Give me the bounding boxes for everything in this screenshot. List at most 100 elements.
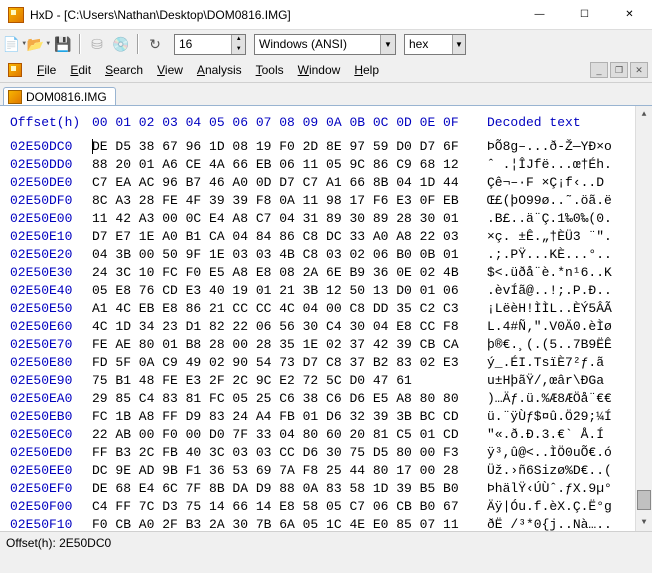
dropdown-icon[interactable]: ▼ — [452, 35, 465, 54]
decoded-cell[interactable]: $<.üðå¨è.*n¹6..K — [487, 264, 612, 282]
menu-analysis[interactable]: Analysis — [190, 60, 249, 80]
hex-cell[interactable]: 22 AB 00 F0 00 D0 7F 33 04 80 60 20 81 C… — [92, 426, 487, 444]
hex-cell[interactable]: DC 9E AD 9B F1 36 53 69 7A F8 25 44 80 1… — [92, 462, 487, 480]
hex-cell[interactable]: FC 1B A8 FF D9 83 24 A4 FB 01 D6 32 39 3… — [92, 408, 487, 426]
close-button[interactable]: ✕ — [607, 0, 652, 29]
menu-help[interactable]: Help — [347, 60, 386, 80]
decoded-cell[interactable]: Çê¬–·F ×Ç¡f‹..D — [487, 174, 604, 192]
hex-cell[interactable]: DE D5 38 67 96 1D 08 19 F0 2D 8E 97 59 D… — [92, 138, 487, 156]
hex-row[interactable]: 02E50E4005 E8 76 CD E3 40 19 01 21 3B 12… — [10, 282, 652, 300]
hex-row[interactable]: 02E50E80FD 5F 0A C9 49 02 90 54 73 D7 C8… — [10, 354, 652, 372]
disc-button[interactable]: 💿 — [110, 33, 132, 55]
hex-cell[interactable]: 75 B1 48 FE E3 2F 2C 9C E2 72 5C D0 47 6… — [92, 372, 487, 390]
hex-cell[interactable]: D7 E7 1E A0 B1 CA 04 84 86 C8 DC 33 A0 A… — [92, 228, 487, 246]
spinner[interactable]: ▲▼ — [231, 35, 245, 54]
scroll-thumb[interactable] — [637, 490, 651, 510]
hex-row[interactable]: 02E50EC022 AB 00 F0 00 D0 7F 33 04 80 60… — [10, 426, 652, 444]
vertical-scrollbar[interactable]: ▲ ▼ — [635, 106, 652, 531]
open-button[interactable]: 📂▼ — [28, 33, 50, 55]
hex-cell[interactable]: DE 68 E4 6C 7F 8B DA D9 88 0A 83 58 1D 3… — [92, 480, 487, 498]
hex-cell[interactable]: 24 3C 10 FC F0 E5 A8 E8 08 2A 6E B9 36 0… — [92, 264, 487, 282]
app-menu-icon[interactable] — [4, 60, 26, 80]
hex-cell[interactable]: A1 4C EB E8 86 21 CC CC 4C 04 00 C8 DD 3… — [92, 300, 487, 318]
base-input[interactable] — [405, 37, 452, 51]
hex-cell[interactable]: 11 42 A3 00 0C E4 A8 C7 04 31 89 30 89 2… — [92, 210, 487, 228]
scroll-track[interactable] — [636, 123, 652, 514]
hex-row[interactable]: 02E50E10D7 E7 1E A0 B1 CA 04 84 86 C8 DC… — [10, 228, 652, 246]
hex-cell[interactable]: 8C A3 28 FE 4F 39 39 F8 0A 11 98 17 F6 E… — [92, 192, 487, 210]
hex-cell[interactable]: C4 FF 7C D3 75 14 66 14 E8 58 05 C7 06 C… — [92, 498, 487, 516]
encoding-field[interactable]: ▼ — [254, 34, 396, 55]
hex-cell[interactable]: 29 85 C4 83 81 FC 05 25 C6 38 C6 D6 E5 A… — [92, 390, 487, 408]
decoded-cell[interactable]: u±HþãŸ/,œâr\ĐGa — [487, 372, 604, 390]
hex-row[interactable]: 02E50ED0FF B3 2C FB 40 3C 03 03 CC D6 30… — [10, 444, 652, 462]
hex-cell[interactable]: FD 5F 0A C9 49 02 90 54 73 D7 C8 37 B2 8… — [92, 354, 487, 372]
hex-cell[interactable]: C7 EA AC 96 B7 46 A0 0D D7 C7 A1 66 8B 0… — [92, 174, 487, 192]
decoded-cell[interactable]: ×ç. ±Ê.„†ÈÜ3 ¨". — [487, 228, 612, 246]
new-button[interactable]: 📄▼ — [4, 33, 26, 55]
hex-row[interactable]: 02E50E9075 B1 48 FE E3 2F 2C 9C E2 72 5C… — [10, 372, 652, 390]
hex-cell[interactable]: 88 20 01 A6 CE 4A 66 EB 06 11 05 9C 86 C… — [92, 156, 487, 174]
menu-edit[interactable]: Edit — [63, 60, 98, 80]
hex-row[interactable]: 02E50DE0C7 EA AC 96 B7 46 A0 0D D7 C7 A1… — [10, 174, 652, 192]
decoded-cell[interactable]: ü.¨ÿÙƒ$¤û.Ö29;¼Í — [487, 408, 612, 426]
hex-row[interactable]: 02E50DD088 20 01 A6 CE 4A 66 EB 06 11 05… — [10, 156, 652, 174]
decoded-cell[interactable]: ðË /³*0{j..Nà….. — [487, 516, 612, 531]
decoded-cell[interactable]: ¡LëèH!ÌÌL..ÈÝ5ÂÃ — [487, 300, 612, 318]
hdd-button[interactable]: ⛁ — [86, 33, 108, 55]
menu-file[interactable]: FFileile — [30, 60, 63, 80]
bytes-per-row-field[interactable]: ▲▼ — [174, 34, 246, 55]
hex-row[interactable]: 02E50F10F0 CB A0 2F B3 2A 30 7B 6A 05 1C… — [10, 516, 652, 531]
menu-search[interactable]: Search — [98, 60, 150, 80]
hex-cell[interactable]: FE AE 80 01 B8 28 00 28 35 1E 02 37 42 3… — [92, 336, 487, 354]
decoded-cell[interactable]: ˆ .¦ÎJfë...œ†Éh. — [487, 156, 612, 174]
decoded-cell[interactable]: .;.PŸ...KÈ...°.. — [487, 246, 612, 264]
hex-row[interactable]: 02E50EE0DC 9E AD 9B F1 36 53 69 7A F8 25… — [10, 462, 652, 480]
dropdown-icon[interactable]: ▼ — [380, 35, 395, 54]
decoded-cell[interactable]: ý_.ÉI.TsïÈ7²ƒ.ã — [487, 354, 604, 372]
decoded-cell[interactable]: .B£..ä¨Ç.1‰0‰(0. — [487, 210, 612, 228]
decoded-cell[interactable]: ÿ³,û@<..ÌÖ0uÕ€.ó — [487, 444, 612, 462]
decoded-cell[interactable]: L.4#Ñ‚".V0Ä0.èÌø — [487, 318, 612, 336]
hex-row[interactable]: 02E50E604C 1D 34 23 D1 82 22 06 56 30 C4… — [10, 318, 652, 336]
hex-row[interactable]: 02E50DC0DE D5 38 67 96 1D 08 19 F0 2D 8E… — [10, 138, 652, 156]
decoded-cell[interactable]: ÞhälŸ‹ÚÙˆ.ƒX.9µ° — [487, 480, 612, 498]
scroll-up-icon[interactable]: ▲ — [636, 106, 652, 123]
hex-row[interactable]: 02E50EA029 85 C4 83 81 FC 05 25 C6 38 C6… — [10, 390, 652, 408]
bytes-per-row-input[interactable] — [175, 37, 231, 51]
decoded-cell[interactable]: Œ£(þO99ø..˜.öã.ë — [487, 192, 612, 210]
hex-cell[interactable]: FF B3 2C FB 40 3C 03 03 CC D6 30 75 D5 8… — [92, 444, 487, 462]
encoding-input[interactable] — [255, 37, 380, 51]
decoded-cell[interactable]: )…Äƒ.ü.%Æ8ÆÖå¨€€ — [487, 390, 612, 408]
mdi-close[interactable]: ✕ — [630, 62, 648, 78]
mdi-minimize[interactable]: _ — [590, 62, 608, 78]
hex-row[interactable]: 02E50E50A1 4C EB E8 86 21 CC CC 4C 04 00… — [10, 300, 652, 318]
decoded-cell[interactable]: þ®€.¸(.(5..7B9ËÊ — [487, 336, 612, 354]
scroll-down-icon[interactable]: ▼ — [636, 514, 652, 531]
hex-cell[interactable]: F0 CB A0 2F B3 2A 30 7B 6A 05 1C 4E E0 8… — [92, 516, 487, 531]
decoded-cell[interactable]: .èvÍã@..!;.P.Đ.. — [487, 282, 612, 300]
hex-row[interactable]: 02E50E3024 3C 10 FC F0 E5 A8 E8 08 2A 6E… — [10, 264, 652, 282]
mdi-restore[interactable]: ❐ — [610, 62, 628, 78]
hex-cell[interactable]: 4C 1D 34 23 D1 82 22 06 56 30 C4 30 04 E… — [92, 318, 487, 336]
hex-row[interactable]: 02E50E2004 3B 00 50 9F 1E 03 03 4B C8 03… — [10, 246, 652, 264]
hex-row[interactable]: 02E50E70FE AE 80 01 B8 28 00 28 35 1E 02… — [10, 336, 652, 354]
hex-view[interactable]: Offset(h)00 01 02 03 04 05 06 07 08 09 0… — [0, 105, 652, 531]
decoded-cell[interactable]: ÞÕ8g–...ð-Ž—YĐ×o — [487, 138, 612, 156]
maximize-button[interactable]: ☐ — [562, 0, 607, 29]
hex-row[interactable]: 02E50F00C4 FF 7C D3 75 14 66 14 E8 58 05… — [10, 498, 652, 516]
hex-row[interactable]: 02E50E0011 42 A3 00 0C E4 A8 C7 04 31 89… — [10, 210, 652, 228]
menu-view[interactable]: View — [150, 60, 190, 80]
decoded-cell[interactable]: Üž.›ñ6Sizø%D€..( — [487, 462, 612, 480]
decoded-cell[interactable]: Äÿ|Óu.f.èX.Ç.Ë°g — [487, 498, 612, 516]
menu-tools[interactable]: Tools — [249, 60, 291, 80]
hex-row[interactable]: 02E50EB0FC 1B A8 FF D9 83 24 A4 FB 01 D6… — [10, 408, 652, 426]
minimize-button[interactable]: — — [517, 0, 562, 29]
hex-cell[interactable]: 05 E8 76 CD E3 40 19 01 21 3B 12 50 13 D… — [92, 282, 487, 300]
hex-row[interactable]: 02E50EF0DE 68 E4 6C 7F 8B DA D9 88 0A 83… — [10, 480, 652, 498]
refresh-button[interactable]: ↻ — [144, 33, 166, 55]
menu-window[interactable]: Window — [291, 60, 348, 80]
base-field[interactable]: ▼ — [404, 34, 466, 55]
hex-row[interactable]: 02E50DF08C A3 28 FE 4F 39 39 F8 0A 11 98… — [10, 192, 652, 210]
decoded-cell[interactable]: "«.ð.Ð.3.€` Å.Í — [487, 426, 604, 444]
